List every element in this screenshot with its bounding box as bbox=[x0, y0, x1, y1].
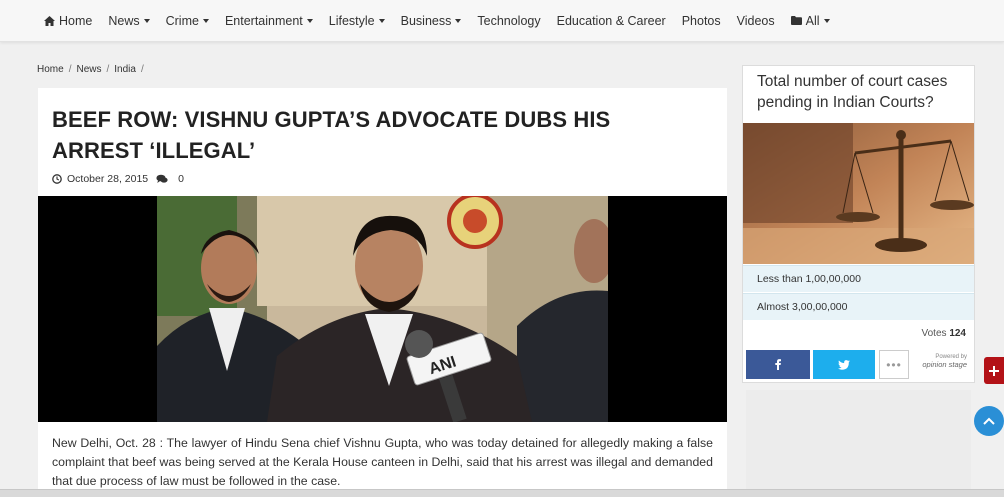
article-meta: October 28, 2015 0 bbox=[52, 173, 184, 185]
breadcrumb-separator: / bbox=[68, 64, 72, 75]
caret-down-icon bbox=[202, 18, 209, 23]
article-headline: BEEF ROW: VISHNU GUPTA’S ADVOCATE DUBS H… bbox=[52, 107, 611, 163]
breadcrumb-separator: / bbox=[106, 64, 110, 75]
comment-count[interactable]: 0 bbox=[178, 173, 184, 185]
poll-widget: Total number of court cases pending in I… bbox=[742, 65, 975, 383]
poll-option-2[interactable]: Almost 3,00,00,000 bbox=[743, 293, 974, 320]
breadcrumb-news[interactable]: News bbox=[76, 64, 101, 75]
home-icon bbox=[44, 15, 55, 26]
votes-label: Votes bbox=[921, 328, 947, 339]
nav-item-entertainment-label: Entertainment bbox=[224, 13, 303, 28]
badge-logo bbox=[447, 196, 503, 249]
nav-item-videos-label: Videos bbox=[736, 13, 775, 28]
article-card: BEEF ROW: VISHNU GUPTA’S ADVOCATE DUBS H… bbox=[38, 88, 727, 497]
nav-item-crime-label: Crime bbox=[165, 13, 199, 28]
facebook-share-button[interactable] bbox=[746, 350, 810, 379]
facebook-icon bbox=[775, 359, 781, 370]
caret-down-icon bbox=[378, 18, 385, 23]
article-body: New Delhi, Oct. 28 : The lawyer of Hindu… bbox=[52, 436, 713, 488]
video-frame: ANI bbox=[157, 196, 608, 422]
breadcrumb: Home / News / India / bbox=[37, 64, 149, 75]
votes-count: 124 bbox=[949, 328, 966, 339]
caret-down-icon bbox=[823, 18, 830, 23]
nav-item-lifestyle-label: Lifestyle bbox=[328, 13, 375, 28]
opinion-stage-brand: opinion stage bbox=[922, 360, 967, 369]
plus-button[interactable] bbox=[984, 357, 1004, 384]
bottom-strip bbox=[0, 489, 1004, 497]
caret-down-icon bbox=[143, 18, 150, 23]
nav-item-news[interactable]: News bbox=[108, 13, 150, 28]
powered-by-opinion-stage[interactable]: Powered by opinion stage bbox=[919, 354, 967, 368]
caret-down-icon bbox=[306, 18, 313, 23]
nav-item-home[interactable]: Home bbox=[44, 14, 92, 28]
breadcrumb-separator: / bbox=[140, 64, 144, 75]
caret-down-icon bbox=[455, 18, 462, 23]
nav-item-entertainment[interactable]: Entertainment bbox=[225, 14, 313, 28]
chevron-up-icon bbox=[983, 417, 995, 425]
poll-option-1[interactable]: Less than 1,00,00,000 bbox=[743, 265, 974, 292]
nav-item-technology[interactable]: Technology bbox=[477, 14, 540, 28]
nav-item-all[interactable]: All bbox=[790, 13, 830, 28]
nav-item-education-label: Education & Career bbox=[556, 13, 666, 28]
more-share-button[interactable]: ••• bbox=[879, 350, 909, 379]
folder-icon bbox=[790, 16, 802, 25]
article-date: October 28, 2015 bbox=[67, 173, 149, 185]
plus-icon bbox=[989, 365, 999, 376]
comments-icon[interactable] bbox=[156, 174, 168, 184]
scroll-to-top-button[interactable] bbox=[974, 406, 1004, 436]
nav-item-home-label: Home bbox=[59, 13, 93, 28]
nav-item-all-label: All bbox=[805, 13, 820, 28]
nav-item-education-career[interactable]: Education & Career bbox=[557, 14, 666, 28]
twitter-icon bbox=[838, 359, 850, 370]
poll-votes: Votes 124 bbox=[922, 328, 967, 339]
nav-item-business[interactable]: Business bbox=[401, 14, 462, 28]
poll-question: Total number of court cases pending in I… bbox=[757, 73, 948, 111]
nav-item-technology-label: Technology bbox=[477, 13, 541, 28]
breadcrumb-home[interactable]: Home bbox=[37, 64, 64, 75]
sidebar-ad-placeholder bbox=[746, 390, 971, 497]
nav-item-lifestyle[interactable]: Lifestyle bbox=[329, 14, 385, 28]
twitter-share-button[interactable] bbox=[813, 350, 875, 379]
clock-icon bbox=[52, 174, 62, 184]
nav-item-business-label: Business bbox=[400, 13, 452, 28]
article-video[interactable]: ANI bbox=[38, 196, 727, 422]
breadcrumb-india[interactable]: India bbox=[114, 64, 136, 75]
nav-item-photos-label: Photos bbox=[681, 13, 721, 28]
nav-item-photos[interactable]: Photos bbox=[682, 14, 721, 28]
nav-item-crime[interactable]: Crime bbox=[166, 14, 209, 28]
nav-item-videos[interactable]: Videos bbox=[737, 14, 775, 28]
poll-image bbox=[743, 123, 974, 264]
nav-item-news-label: News bbox=[108, 13, 140, 28]
top-navbar: Home News Crime Entertainment Lifestyle … bbox=[0, 0, 1004, 42]
scales-of-justice-image bbox=[743, 123, 974, 264]
